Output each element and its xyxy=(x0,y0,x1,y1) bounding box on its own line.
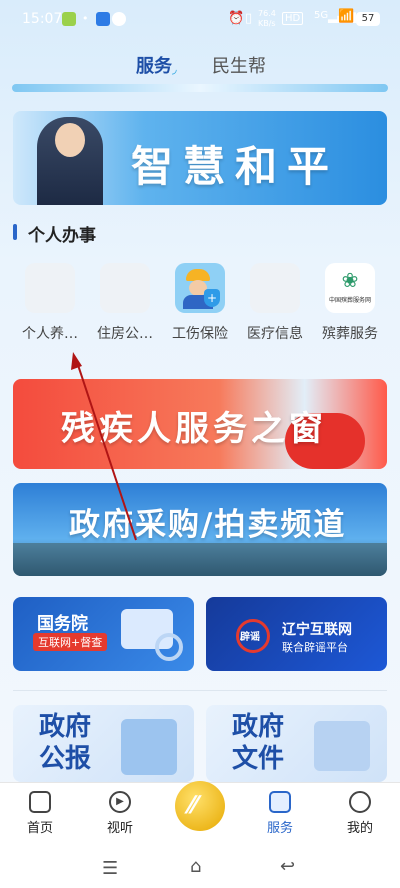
annotation-arrow xyxy=(71,352,137,541)
